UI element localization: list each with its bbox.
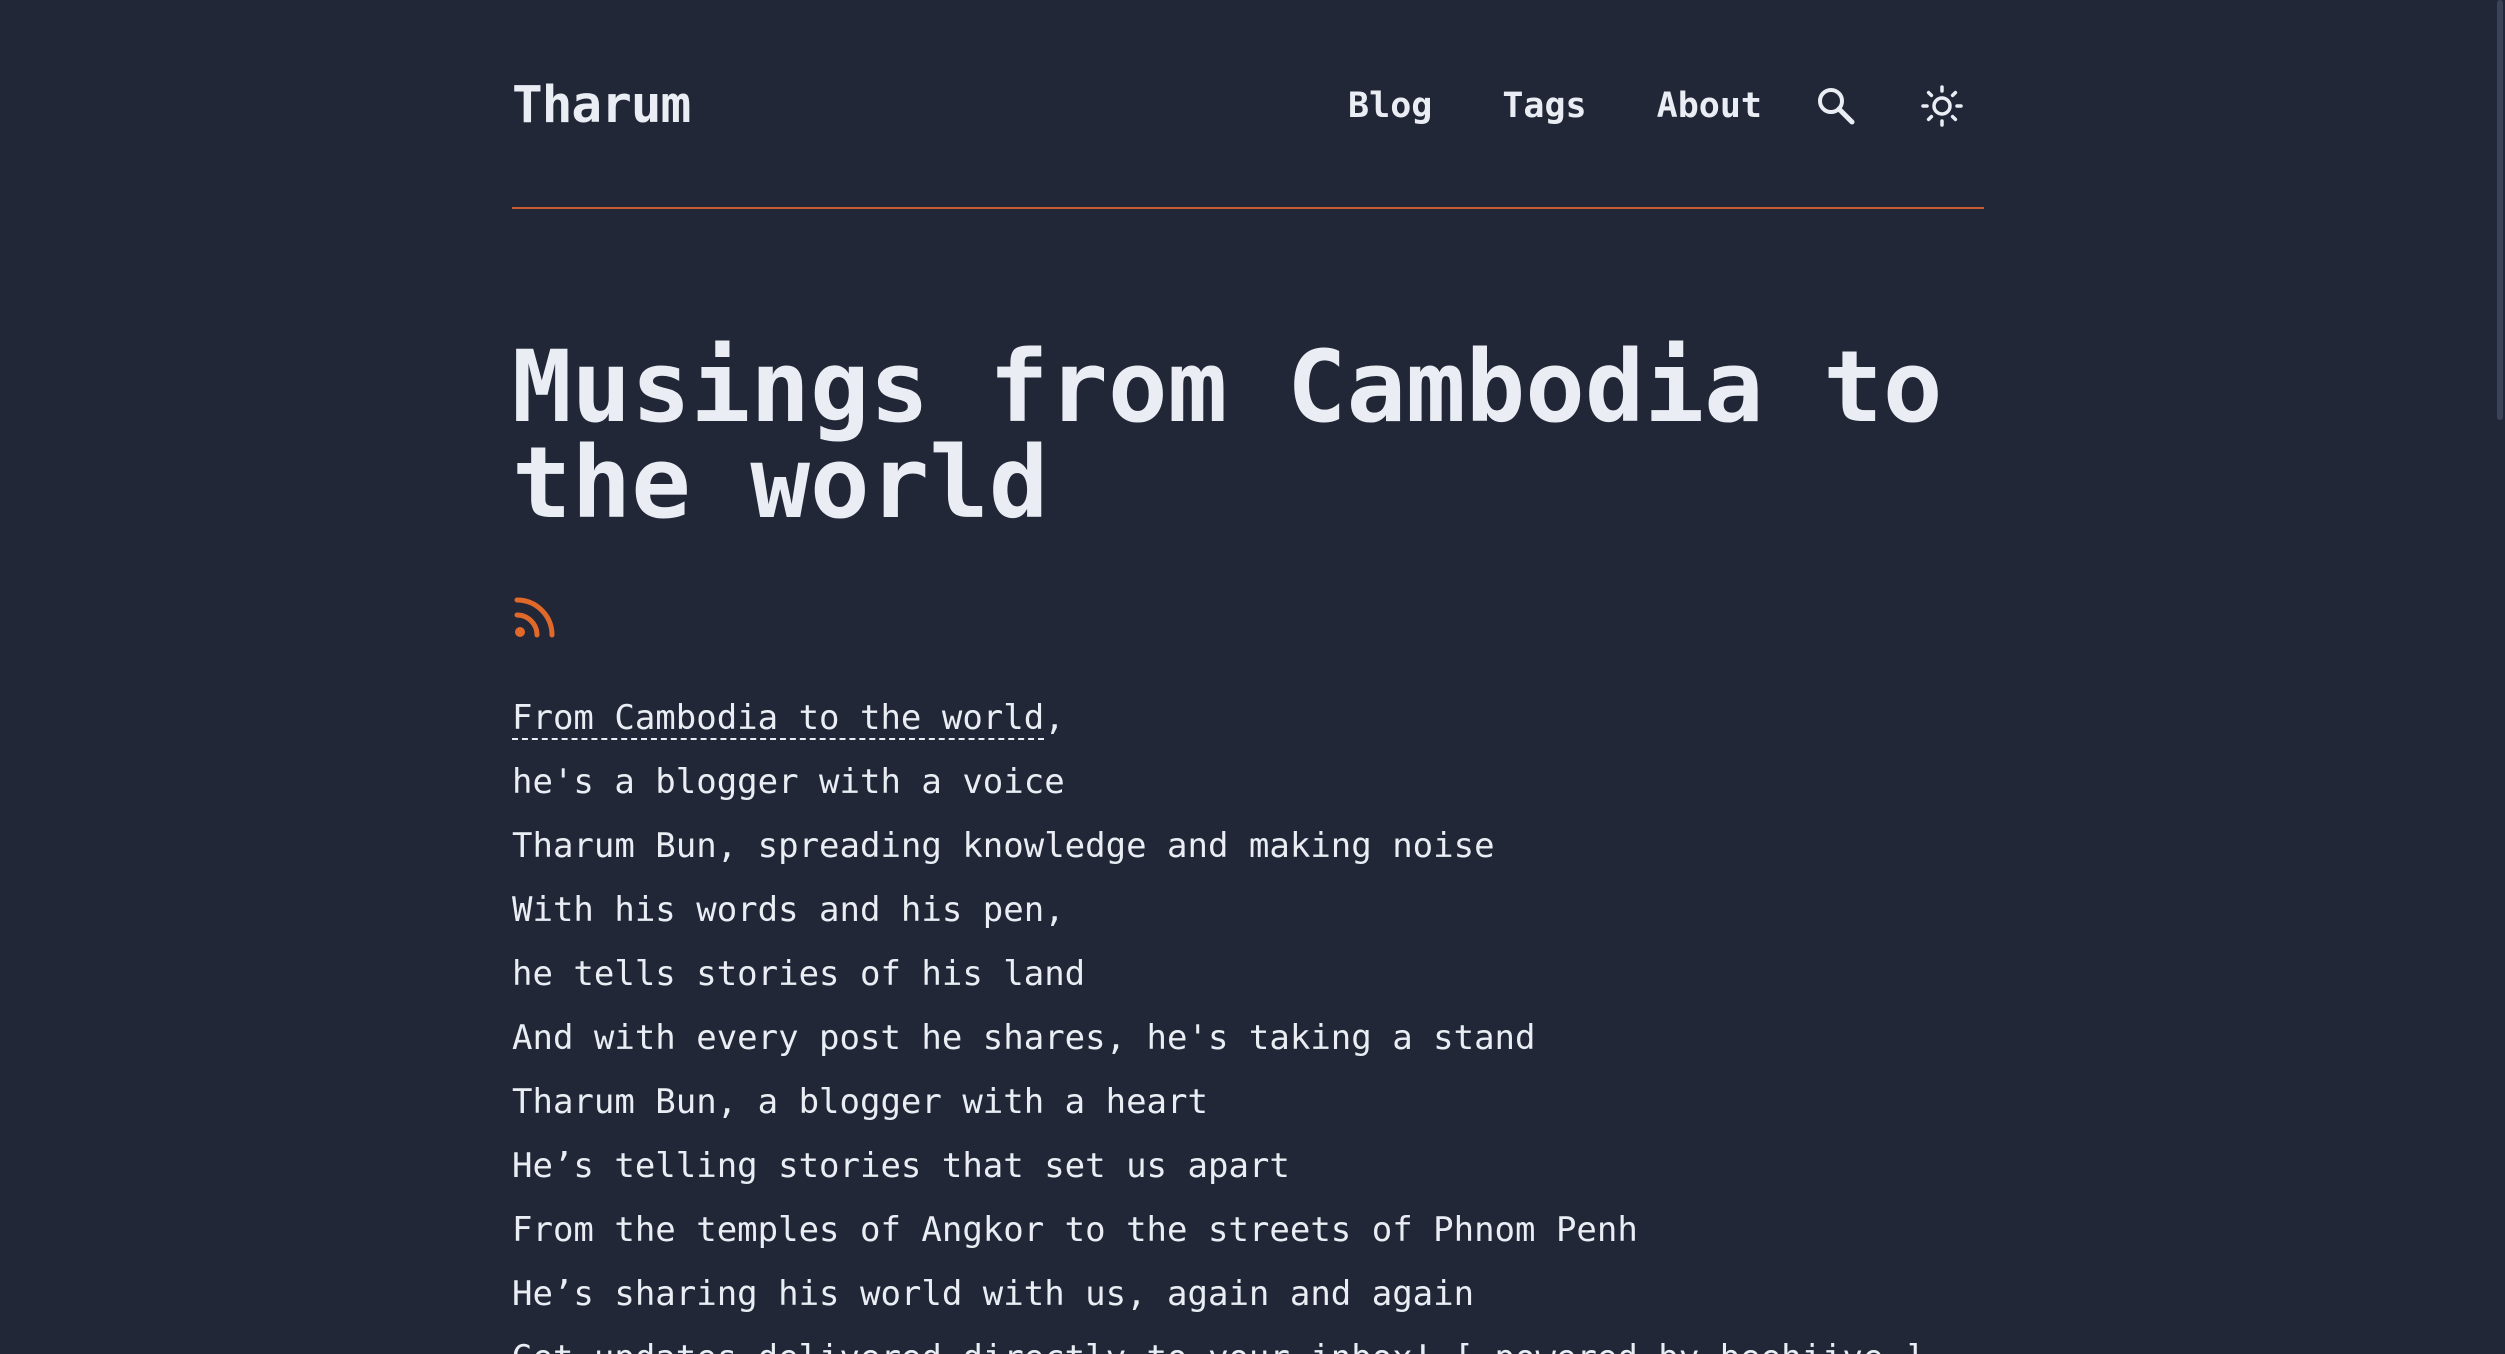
poem-line: With his words and his pen, — [512, 890, 1065, 930]
header-divider — [512, 207, 1984, 209]
sun-icon — [1921, 85, 1963, 127]
poem-line: He’s sharing his world with us, again an… — [512, 1274, 1475, 1314]
nav-tags-link[interactable]: Tags — [1502, 74, 1586, 138]
search-button[interactable] — [1804, 74, 1868, 138]
poem-line: he's a blogger with a voice — [512, 762, 1065, 802]
page-container: Tharum Blog Tags About Musings from Camb… — [512, 0, 1984, 1354]
rss-icon — [514, 597, 555, 638]
poem-line: From the temples of Angkor to the street… — [512, 1210, 1638, 1250]
poem-line: Tharum Bun, a blogger with a heart — [512, 1082, 1208, 1122]
intro-link[interactable]: From Cambodia to the world — [512, 698, 1045, 740]
main-nav: Blog Tags About — [1348, 74, 1974, 138]
hero-title: Musings from Cambodia to the world — [512, 330, 1943, 541]
search-icon — [1818, 88, 1855, 125]
site-header: Tharum Blog Tags About — [512, 0, 1984, 209]
poem-line: he tells stories of his land — [512, 954, 1086, 994]
theme-toggle-button[interactable] — [1910, 74, 1974, 138]
poem-line: And with every post he shares, he's taki… — [512, 1018, 1536, 1058]
poem-line-intro: From Cambodia to the world, — [512, 686, 1984, 750]
site-logo[interactable]: Tharum — [512, 74, 691, 138]
intro-comma: , — [1044, 698, 1065, 738]
poem-line: Tharum Bun, spreading knowledge and maki… — [512, 826, 1495, 866]
nav-about-link[interactable]: About — [1657, 74, 1762, 138]
intro-poem: From Cambodia to the world, he's a blogg… — [512, 686, 1984, 1354]
newsletter-line[interactable]: Get updates delivered directly to your i… — [512, 1326, 1984, 1354]
nav-blog-link[interactable]: Blog — [1348, 74, 1432, 138]
rss-feed-link[interactable] — [512, 594, 558, 640]
scrollbar-thumb[interactable] — [2497, 0, 2503, 420]
poem-line: He’s telling stories that set us apart — [512, 1146, 1290, 1186]
page-scrollbar[interactable] — [2495, 0, 2505, 1354]
